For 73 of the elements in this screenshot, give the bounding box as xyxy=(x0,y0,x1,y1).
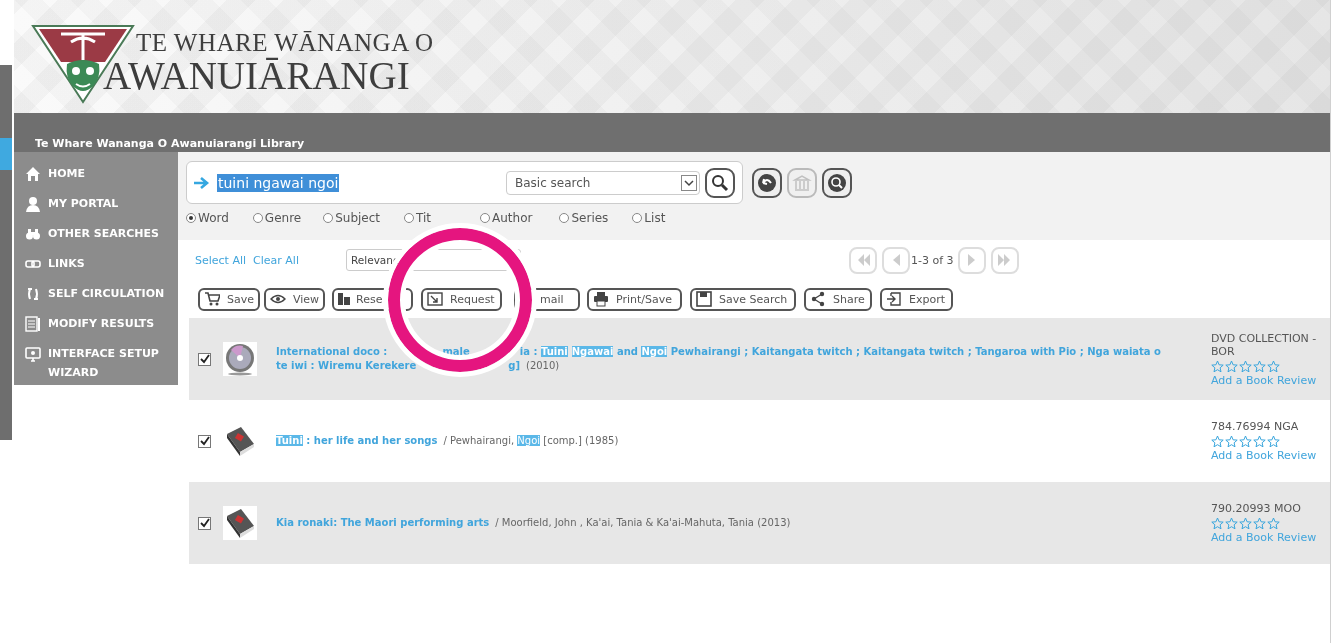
radio-button[interactable] xyxy=(559,213,570,223)
radio-button[interactable] xyxy=(632,213,643,223)
action-button[interactable]: Print/Save xyxy=(587,287,682,311)
binoculars-icon xyxy=(25,226,41,242)
monitor-icon xyxy=(25,346,41,362)
search-type-dropdown[interactable]: Basic search xyxy=(506,170,700,195)
library-title: Te Whare Wananga O Awanuiarangi Library xyxy=(34,137,305,152)
radio-option[interactable]: List xyxy=(632,211,666,225)
checkbox[interactable] xyxy=(198,516,211,530)
action-button[interactable]: Save xyxy=(198,287,260,311)
home-icon xyxy=(25,166,41,182)
share-icon xyxy=(810,291,826,307)
star-icon xyxy=(1211,359,1224,373)
radio-button[interactable] xyxy=(252,213,263,223)
last-page-icon xyxy=(996,252,1013,268)
star-icon xyxy=(1253,517,1266,530)
toolbar-button[interactable] xyxy=(822,167,852,198)
result-title[interactable]: Kia ronaki: The Maori performing arts / Moorfield, John , Ka'ai, Tania & Ka'ai-Mahuta, Tania (2013) xyxy=(276,516,1201,530)
star-icon xyxy=(1267,359,1280,373)
toolbar-button[interactable] xyxy=(752,167,782,198)
star-icon xyxy=(1225,435,1238,448)
star-icon xyxy=(1253,359,1266,373)
arrow-icon xyxy=(194,176,210,189)
star-icon xyxy=(1211,435,1224,448)
checkbox[interactable] xyxy=(198,352,211,366)
search-field[interactable]: tuini ngawai ngoi Basic search xyxy=(186,161,743,204)
action-button[interactable]: Share xyxy=(804,287,872,311)
radio-option[interactable]: Subject xyxy=(323,211,381,225)
call-number: 784.76994 NGA xyxy=(1211,420,1300,433)
star-icon xyxy=(1211,517,1224,530)
page-range: 1-3 of 3 xyxy=(911,253,954,267)
call-number: 790.20993 MOO xyxy=(1211,502,1302,515)
pager-button[interactable] xyxy=(882,246,910,274)
star-icon xyxy=(1225,359,1238,373)
search-button[interactable] xyxy=(705,167,735,198)
radio-button[interactable] xyxy=(404,213,415,223)
logo-title: AWANUIĀRANGI xyxy=(103,57,410,95)
document-icon xyxy=(25,316,41,332)
checkbox[interactable] xyxy=(198,434,211,448)
printer-icon xyxy=(593,291,609,307)
search-icon xyxy=(711,173,729,192)
action-button[interactable]: Request xyxy=(421,287,502,311)
caret-icon xyxy=(681,174,697,191)
pager-button[interactable] xyxy=(990,246,1019,274)
radio-button[interactable] xyxy=(480,213,491,223)
radio-button[interactable] xyxy=(323,213,334,223)
star-icon xyxy=(1253,435,1266,448)
radio-option[interactable]: Genre xyxy=(252,211,302,225)
export-icon xyxy=(886,291,902,307)
book-icon xyxy=(223,506,257,540)
star-icon xyxy=(1225,517,1238,530)
logo-title: TE WHARE WĀNANGA O xyxy=(136,29,434,57)
star-icon xyxy=(1267,435,1280,448)
action-button[interactable]: Export xyxy=(880,287,953,311)
search-globe-icon xyxy=(827,172,847,193)
library-icon xyxy=(792,172,812,193)
star-icon xyxy=(1239,517,1252,530)
radio-option[interactable]: Series xyxy=(559,211,609,225)
pager-button[interactable] xyxy=(849,246,877,274)
action-button[interactable]: View xyxy=(264,287,325,311)
pager-button[interactable] xyxy=(957,246,986,274)
result-title[interactable]: Tuini : her life and her songs / Pewhairangi, Ngoi [comp.] (1985) xyxy=(276,434,1201,448)
star-icon xyxy=(1267,517,1280,530)
radio-button[interactable] xyxy=(186,213,196,223)
action-button[interactable]: Save Search xyxy=(690,287,796,311)
radio-option[interactable]: Word xyxy=(186,211,229,225)
call-number: DVD COLLECTION - BOR xyxy=(1211,331,1318,358)
radio-option[interactable]: Tit xyxy=(404,211,432,225)
star-icon xyxy=(1239,435,1252,448)
radio-option[interactable]: Author xyxy=(480,211,533,225)
star-icon xyxy=(1239,359,1252,373)
person-icon xyxy=(25,196,41,212)
cart-icon xyxy=(204,291,220,307)
